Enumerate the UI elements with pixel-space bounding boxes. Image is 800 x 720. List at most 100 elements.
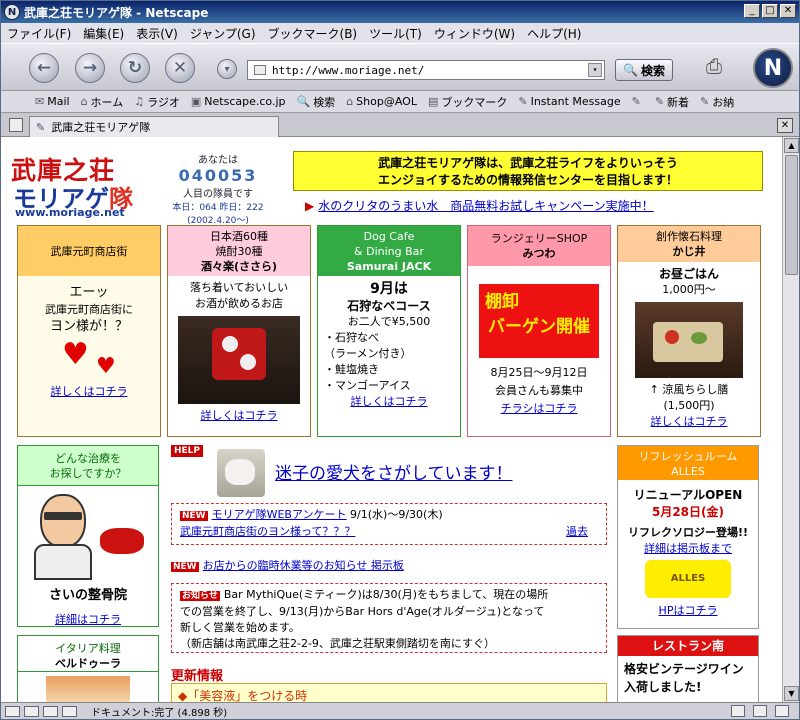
banner-line1: 武庫之荘モリアゲ隊は、武庫之荘ライフをよりいっそう bbox=[378, 156, 678, 170]
shop1-link[interactable]: 詳しくはコチラ bbox=[22, 383, 156, 400]
resize-grip-icon[interactable] bbox=[775, 705, 789, 717]
composer-icon[interactable] bbox=[43, 705, 58, 717]
shop5-link[interactable]: 詳しくはコチラ bbox=[622, 414, 756, 430]
online-status-icon[interactable] bbox=[753, 705, 767, 717]
refresh-hp-link[interactable]: HPはコチラ bbox=[618, 602, 758, 618]
shop5-line1: お昼ごはん bbox=[658, 267, 719, 281]
print-icon[interactable]: ⎙ bbox=[701, 54, 727, 80]
personal-more[interactable]: ✎ お納 bbox=[700, 94, 734, 110]
heart-icon: ♥ bbox=[62, 337, 89, 372]
menu-window[interactable]: ウィンドウ(W) bbox=[434, 25, 515, 42]
netscape-logo[interactable]: N bbox=[753, 48, 793, 88]
notice-box: お知らせ Bar MythiQue(ミティーク)は8/30(月)をもちまして、現在… bbox=[171, 583, 607, 653]
close-tab-icon[interactable]: ✕ bbox=[777, 118, 793, 133]
tab-page-icon: ✎ bbox=[36, 120, 46, 134]
forward-arrow-icon[interactable]: → bbox=[75, 53, 105, 83]
notice-board-link[interactable]: お店からの臨時休業等のお知らせ 掲示板 bbox=[203, 559, 404, 572]
personal-netscape[interactable]: ▣ Netscape.co.jp bbox=[191, 95, 286, 108]
chevron-down-icon[interactable]: ▾ bbox=[217, 59, 237, 79]
personal-im[interactable]: ✎ Instant Message bbox=[518, 95, 620, 108]
missing-dog-link[interactable]: 迷子の愛犬をさがしています！ bbox=[275, 459, 513, 484]
url-text: http://www.moriage.net/ bbox=[272, 63, 425, 77]
bargain-banner: 棚卸 バーゲン開催 bbox=[479, 284, 599, 358]
notice-line2: での営業を終了し、9/13(月)からBar Hors d'Age(オルダージュ)… bbox=[180, 605, 545, 618]
personal-link-icon[interactable]: ✎ bbox=[632, 95, 644, 108]
shop-card-kajii: 創作懐石料理 かじ井 お昼ごはん 1,000円〜 ↑ 涼風ちらし膳 (1,500… bbox=[617, 225, 761, 437]
survey-link[interactable]: モリアゲ隊WEBアンケート bbox=[212, 508, 347, 521]
alles-logo: ALLES bbox=[645, 560, 731, 598]
shop3-head1: Dog Cafe bbox=[363, 229, 415, 243]
personal-item-radio[interactable]: ラジオ bbox=[147, 94, 180, 110]
addressbook-icon[interactable] bbox=[62, 705, 77, 717]
personal-item-more[interactable]: お納 bbox=[712, 94, 734, 110]
campaign-link[interactable]: 水のクリタのうまい水 商品無料お試しキャンペーン実施中！ bbox=[318, 199, 653, 213]
tab-label: 武庫之荘モリアゲ隊 bbox=[51, 121, 151, 134]
survey-date: 9/1(水)〜9/30(木) bbox=[350, 508, 443, 521]
restaurant-body: 格安ビンテージワイン 入荷しました! bbox=[618, 656, 758, 700]
title-bar: N 武庫之荘モリアゲ隊 - Netscape _ □ ✕ bbox=[1, 1, 799, 23]
reload-icon[interactable]: ↻ bbox=[120, 53, 150, 83]
tab-active[interactable]: ✎ 武庫之荘モリアゲ隊 bbox=[29, 116, 279, 137]
personal-item-search[interactable]: 検索 bbox=[313, 94, 335, 110]
scrollbar-thumb[interactable] bbox=[785, 155, 798, 275]
personal-search[interactable]: 🔍 検索 bbox=[296, 94, 335, 110]
mail-icon[interactable] bbox=[5, 705, 20, 717]
menu-help[interactable]: ヘルプ(H) bbox=[527, 25, 581, 42]
visitor-counter: あなたは 040053 人目の隊員です 本日：064 昨日：222 (2002.… bbox=[163, 151, 273, 226]
personal-home[interactable]: ⌂ ホーム bbox=[81, 94, 124, 110]
security-lock-icon[interactable] bbox=[731, 705, 745, 717]
personal-new[interactable]: ✎ 新着 bbox=[655, 94, 689, 110]
vertical-scrollbar[interactable]: ▲ ▼ bbox=[782, 137, 799, 702]
personal-item-bookmarks[interactable]: ブックマーク bbox=[441, 94, 507, 110]
shop2-link[interactable]: 詳しくはコチラ bbox=[172, 408, 306, 424]
toolbar-handle-icon[interactable]: ✉ Mail bbox=[35, 95, 70, 108]
scroll-up-icon[interactable]: ▲ bbox=[784, 138, 799, 153]
notice-line3: 新しく営業を始めます。 bbox=[180, 621, 300, 634]
maximize-button[interactable]: □ bbox=[762, 4, 778, 18]
personal-bookmarks[interactable]: ▤ ブックマーク bbox=[428, 94, 507, 110]
personal-item-mail[interactable]: Mail bbox=[47, 95, 69, 108]
menu-edit[interactable]: 編集(E) bbox=[83, 25, 124, 42]
back-arrow-icon[interactable]: ← bbox=[29, 53, 59, 83]
new-tag: NEW bbox=[180, 511, 208, 521]
personal-radio[interactable]: ♫ ラジオ bbox=[134, 94, 180, 110]
menu-tools[interactable]: ツール(T) bbox=[369, 25, 422, 42]
personal-shop[interactable]: ⌂ Shop@AOL bbox=[346, 95, 417, 108]
personal-item-new[interactable]: 新着 bbox=[667, 94, 689, 110]
shop4-link[interactable]: チラシはコチラ bbox=[472, 400, 606, 418]
notice-line1: Bar MythiQue(ミティーク)は8/30(月)をもちまして、現在の場所 bbox=[223, 588, 549, 601]
logo-url: www.moriage.net bbox=[15, 206, 125, 219]
scroll-down-icon[interactable]: ▼ bbox=[784, 686, 799, 701]
personal-item-netscape[interactable]: Netscape.co.jp bbox=[204, 95, 285, 108]
personal-item-im[interactable]: Instant Message bbox=[531, 95, 621, 108]
refresh-board-link[interactable]: 詳細は掲示板まで bbox=[618, 540, 758, 556]
personal-item-home[interactable]: ホーム bbox=[91, 94, 124, 110]
close-button[interactable]: ✕ bbox=[780, 4, 796, 18]
shop4-head1: ランジェリーSHOP bbox=[490, 232, 588, 245]
yonsama-link[interactable]: 武庫元町商店街のヨン様って？？？ bbox=[180, 525, 355, 538]
minimize-button[interactable]: _ bbox=[744, 4, 760, 18]
shop-card-mitsuwa: ランジェリーSHOP みつわ 棚卸 バーゲン開催 8月25日〜9月12日 会員さ… bbox=[467, 225, 611, 437]
shop2-head3: 酒々楽(ささら) bbox=[200, 259, 278, 273]
restaurant-header: レストラン南 bbox=[618, 636, 758, 656]
campaign-link-row[interactable]: ▶ 水のクリタのうまい水 商品無料お試しキャンペーン実施中！ bbox=[305, 197, 654, 214]
stop-icon[interactable]: ✕ bbox=[165, 53, 195, 83]
search-button[interactable]: 🔍 検索 bbox=[615, 59, 673, 81]
sidebar-toggle-icon[interactable] bbox=[9, 118, 23, 132]
menu-go[interactable]: ジャンプ(G) bbox=[190, 25, 256, 42]
past-link[interactable]: 過去 bbox=[566, 524, 588, 540]
personal-item-shop[interactable]: Shop@AOL bbox=[356, 95, 417, 108]
menu-bookmarks[interactable]: ブックマーク(B) bbox=[268, 25, 358, 42]
url-dropdown-icon[interactable]: ▾ bbox=[588, 63, 602, 77]
shop3-link[interactable]: 詳しくはコチラ bbox=[322, 394, 456, 410]
clinic-link[interactable]: 詳細はコチラ bbox=[18, 611, 158, 627]
menu-view[interactable]: 表示(V) bbox=[136, 25, 178, 42]
netscape-icon: N bbox=[4, 4, 20, 20]
shop3-line6: ・鮭塩焼き bbox=[324, 363, 379, 376]
help-tag: HELP bbox=[171, 445, 204, 457]
navigator-icon[interactable] bbox=[24, 705, 39, 717]
menu-file[interactable]: ファイル(F) bbox=[7, 25, 71, 42]
updates-item-link[interactable]: ◆「美容液」をつける時 bbox=[178, 689, 307, 702]
url-field[interactable]: http://www.moriage.net/ ▾ bbox=[247, 60, 605, 80]
arrow-icon: ▶ bbox=[305, 199, 315, 213]
